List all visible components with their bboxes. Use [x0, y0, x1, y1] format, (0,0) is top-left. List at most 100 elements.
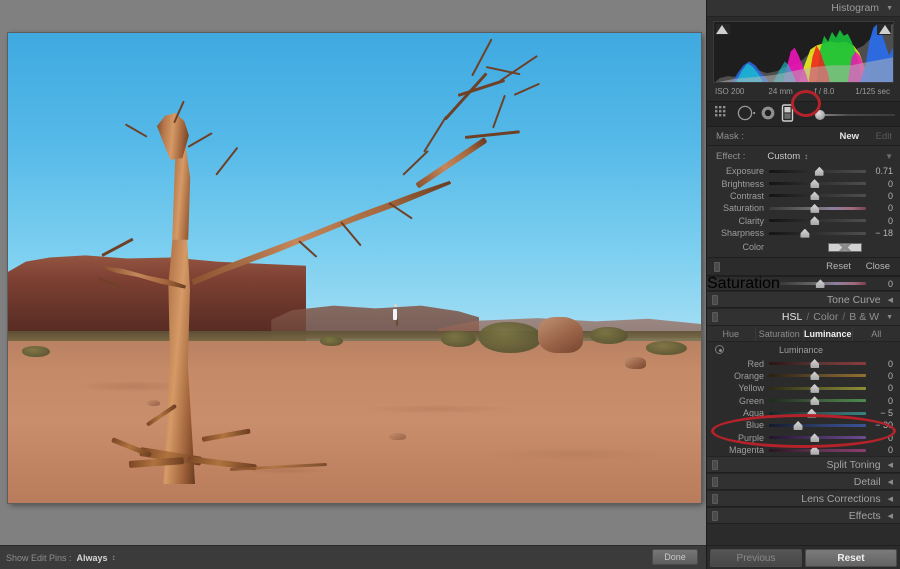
hsl-slider-magenta-knob[interactable] [810, 445, 820, 455]
effect-slider-clarity-value[interactable]: 0 [866, 216, 900, 226]
histogram-graph[interactable] [713, 21, 894, 83]
effect-reset-button[interactable]: Reset [826, 261, 851, 272]
stepper-icon[interactable]: ↕ [804, 152, 808, 161]
chevron-down-icon[interactable]: ▼ [886, 5, 893, 12]
hsl-slider-blue-knob[interactable] [793, 420, 803, 430]
panel-switch-icon[interactable] [712, 511, 718, 522]
hsl-slider-green-track[interactable] [769, 396, 866, 406]
chevron-left-icon[interactable]: ◀ [888, 512, 893, 520]
image-canvas-area[interactable] [0, 0, 706, 545]
panel-header-lens-corrections[interactable]: Lens Corrections ◀ [707, 490, 900, 508]
hsl-slider-yellow-knob[interactable] [810, 383, 820, 393]
hsl-title-bw[interactable]: B & W [849, 311, 879, 323]
hsl-slider-aqua-value[interactable]: − 5 [866, 408, 900, 418]
hsl-slider-purple-label: Purple [737, 432, 764, 443]
chevron-down-icon[interactable]: ▼ [885, 152, 893, 161]
photo-preview[interactable] [8, 33, 701, 503]
mask-edit-button[interactable]: Edit [876, 131, 892, 142]
tone-curve-panel-header[interactable]: Tone Curve ◀ [707, 291, 900, 309]
hsl-slider-yellow-track[interactable] [769, 383, 866, 393]
highlight-clipping-indicator[interactable] [879, 25, 891, 34]
hsl-slider-blue-track[interactable] [769, 420, 866, 430]
panel-switch-icon[interactable] [712, 494, 718, 505]
effect-slider-clarity-knob[interactable] [810, 216, 820, 226]
hsl-slider-orange-knob[interactable] [810, 371, 820, 381]
effect-slider-saturation-track[interactable] [769, 203, 866, 213]
hsl-slider-blue-value[interactable]: − 30 [866, 420, 900, 430]
panel-switch-icon[interactable] [712, 460, 718, 471]
hsl-slider-purple-knob[interactable] [810, 433, 820, 443]
effect-slider-contrast-knob[interactable] [810, 191, 820, 201]
effect-color-swatch[interactable] [828, 242, 862, 252]
effect-slider-saturation-value[interactable]: 0 [866, 203, 900, 213]
saturation-knob[interactable] [815, 279, 825, 289]
panel-switch-icon[interactable] [712, 477, 718, 488]
shadow-clipping-indicator[interactable] [716, 25, 728, 34]
show-edit-pins-value[interactable]: Always [77, 553, 108, 563]
effect-slider-exposure-knob[interactable] [814, 166, 824, 176]
done-button[interactable]: Done [652, 549, 698, 565]
effect-slider-exposure-track[interactable] [769, 166, 866, 176]
effect-slider-sharpness-knob[interactable] [800, 228, 810, 238]
hsl-title-hsl[interactable]: HSL [782, 311, 802, 323]
hsl-tab-saturation[interactable]: Saturation [756, 326, 804, 341]
red-eye-icon[interactable] [760, 104, 780, 124]
effect-slider-brightness-value[interactable]: 0 [866, 179, 900, 189]
panel-switch-icon[interactable] [712, 295, 718, 306]
chevron-left-icon[interactable]: ◀ [888, 495, 893, 503]
hsl-panel-header[interactable]: HSL / Color / B & W ▼ [707, 308, 900, 327]
hsl-slider-green-knob[interactable] [810, 396, 820, 406]
panel-header-split-toning[interactable]: Split Toning ◀ [707, 456, 900, 474]
hsl-slider-orange-track[interactable] [769, 371, 866, 381]
hsl-slider-purple-track[interactable] [769, 433, 866, 443]
effect-slider-contrast-track[interactable] [769, 191, 866, 201]
hsl-slider-red-knob[interactable] [810, 359, 820, 369]
hsl-slider-aqua-track[interactable] [769, 408, 866, 418]
graduated-filter-icon[interactable] [780, 104, 800, 124]
effect-slider-brightness-track[interactable] [769, 179, 866, 189]
chevron-left-icon[interactable]: ◀ [888, 478, 893, 486]
hsl-slider-magenta-track[interactable] [769, 445, 866, 455]
spot-removal-circle-icon[interactable] [736, 104, 760, 124]
hsl-slider-orange-value[interactable]: 0 [866, 371, 900, 381]
effect-selector-row[interactable]: Effect : Custom ↕ ▼ [707, 148, 900, 165]
effect-value[interactable]: Custom [767, 151, 800, 162]
hsl-title-color[interactable]: Color [813, 311, 838, 323]
effect-slider-contrast-value[interactable]: 0 [866, 191, 900, 201]
adjustment-brush-icon[interactable] [815, 110, 825, 120]
hsl-tab-all[interactable]: All [853, 327, 900, 341]
effect-slider-sharpness-value[interactable]: − 18 [866, 228, 900, 238]
hsl-slider-yellow-value[interactable]: 0 [866, 383, 900, 393]
effect-slider-clarity-track[interactable] [769, 216, 866, 226]
crop-overlay-icon[interactable] [714, 104, 736, 124]
previous-button[interactable]: Previous [710, 548, 802, 567]
mask-new-button[interactable]: New [839, 131, 859, 142]
effect-slider-saturation-knob[interactable] [810, 203, 820, 213]
saturation-track[interactable] [779, 279, 866, 289]
effect-color-row[interactable]: Color [707, 239, 900, 255]
chevron-left-icon[interactable]: ◀ [888, 461, 893, 469]
hsl-tab-luminance[interactable]: Luminance [804, 326, 853, 341]
hsl-slider-green-value[interactable]: 0 [866, 396, 900, 406]
hsl-tab-hue[interactable]: Hue [707, 326, 756, 341]
effect-close-button[interactable]: Close [866, 261, 890, 272]
chevron-down-icon[interactable]: ▼ [886, 314, 893, 321]
stepper-icon[interactable]: ↕ [112, 553, 116, 562]
histogram-panel-header[interactable]: Histogram ▼ [707, 0, 900, 17]
hsl-slider-red-value[interactable]: 0 [866, 359, 900, 369]
target-adjustment-tool-icon[interactable] [715, 345, 724, 355]
effect-slider-exposure-value[interactable]: 0.71 [866, 166, 900, 176]
chevron-left-icon[interactable]: ◀ [888, 296, 893, 304]
hsl-slider-aqua-knob[interactable] [807, 408, 817, 418]
panel-header-effects[interactable]: Effects ◀ [707, 507, 900, 525]
brush-size-slider[interactable] [819, 114, 895, 116]
effect-slider-sharpness-track[interactable] [769, 228, 866, 238]
effect-slider-brightness-knob[interactable] [810, 179, 820, 189]
panel-switch-icon[interactable] [714, 262, 720, 273]
hsl-slider-purple-value[interactable]: 0 [866, 433, 900, 443]
hsl-slider-red-track[interactable] [769, 359, 866, 369]
panel-switch-icon[interactable] [712, 312, 718, 323]
reset-button[interactable]: Reset [805, 548, 897, 567]
hsl-slider-magenta-value[interactable]: 0 [866, 445, 900, 455]
panel-header-detail[interactable]: Detail ◀ [707, 473, 900, 491]
